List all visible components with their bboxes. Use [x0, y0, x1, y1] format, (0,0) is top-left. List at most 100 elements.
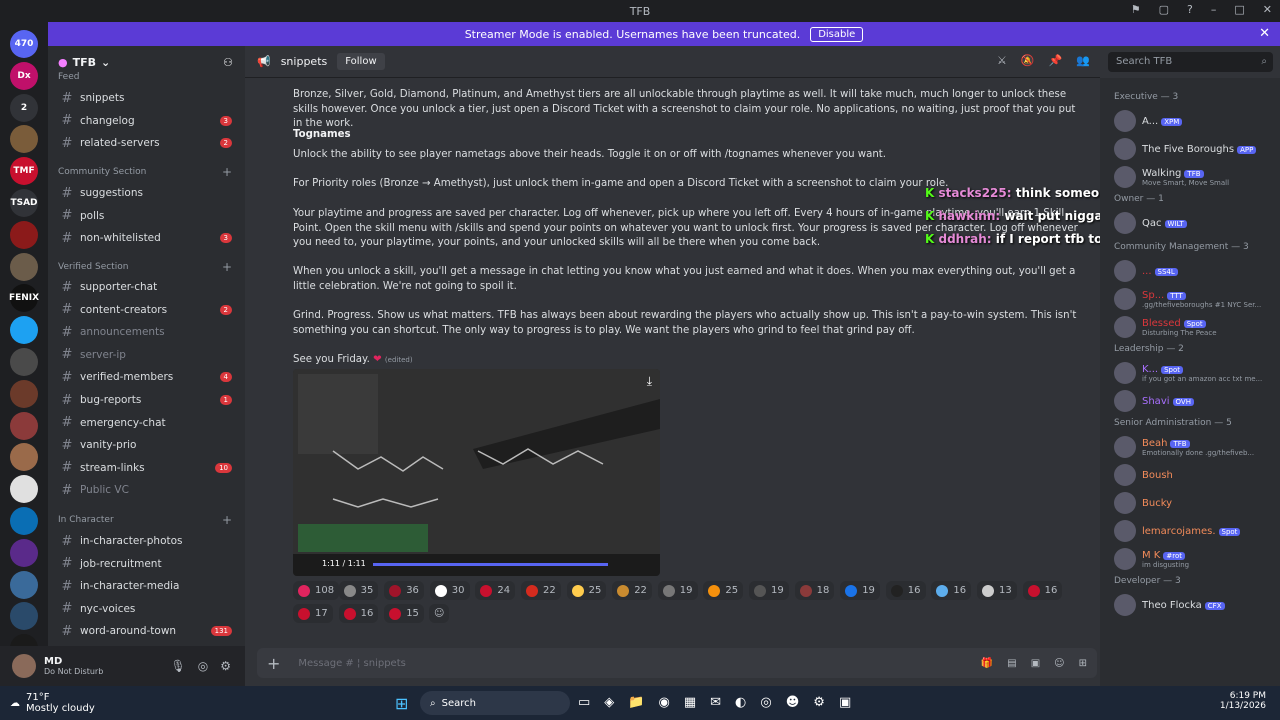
member-item[interactable]: Bucky	[1114, 488, 1274, 518]
reaction-pill[interactable]: 25	[703, 581, 744, 600]
help-icon[interactable]: ?	[1187, 3, 1193, 16]
channel-item[interactable]: # emergency-chat	[56, 413, 238, 433]
message-composer[interactable]: + Message # ¦ snippets 🎁 ▤ ▣ ☺ ⊞	[257, 648, 1097, 678]
server-icon[interactable]: 470	[10, 30, 38, 58]
add-channel-icon[interactable]: +	[222, 165, 232, 179]
emoji-icon[interactable]: ☺	[1054, 658, 1064, 669]
server-icon[interactable]	[10, 220, 38, 249]
add-member-icon[interactable]: ⚇	[223, 56, 233, 69]
member-item[interactable]: M K #rot im disgusting	[1114, 544, 1274, 574]
channel-item[interactable]: # stream-links 10	[56, 458, 238, 478]
threads-icon[interactable]: ⚔	[997, 54, 1007, 67]
member-item[interactable]: Walking TFB Move Smart, Move Small	[1114, 162, 1274, 192]
server-icon[interactable]	[10, 379, 38, 408]
reaction-pill[interactable]: 15	[384, 604, 424, 623]
start-icon[interactable]: ⊞	[395, 694, 408, 713]
video-player[interactable]: 1:11 / 1:11 ⤓	[293, 369, 660, 576]
server-icon[interactable]	[10, 602, 38, 631]
channel-item[interactable]: # verified-members 4	[56, 367, 238, 387]
member-item[interactable]: The Five Boroughs APP	[1114, 134, 1274, 164]
member-item[interactable]: ... SS4L	[1114, 256, 1274, 286]
member-item[interactable]: Shavi OVH	[1114, 386, 1274, 416]
member-item[interactable]: Boush	[1114, 460, 1274, 490]
channel-item[interactable]: # related-servers 2	[56, 133, 238, 153]
member-item[interactable]: A... XPM	[1114, 106, 1274, 136]
channel-item[interactable]: # Public VC	[56, 480, 238, 500]
steam-icon[interactable]: ⚙	[813, 695, 825, 710]
chrome-icon[interactable]: ◎	[760, 695, 771, 710]
member-item[interactable]: Qac WILT	[1114, 208, 1274, 238]
server-icon[interactable]	[10, 411, 38, 440]
microphone-icon[interactable]: 🎙	[171, 659, 186, 673]
member-item[interactable]: K... Spot if you got an amazon acc txt me.…	[1114, 358, 1274, 388]
server-icon[interactable]	[10, 252, 38, 281]
reaction-pill[interactable]: 16	[931, 581, 972, 600]
reaction-pill[interactable]: 36	[384, 581, 424, 600]
server-icon[interactable]	[10, 538, 38, 567]
server-icon[interactable]	[10, 316, 38, 345]
channel-item[interactable]: # non-whitelisted 3	[56, 228, 238, 248]
mute-icon[interactable]: 🔕	[1021, 54, 1035, 67]
download-icon[interactable]: ⤓	[647, 374, 652, 389]
disable-button[interactable]: Disable	[810, 26, 864, 42]
reaction-pill[interactable]: 108	[293, 581, 340, 600]
server-icon[interactable]: TMF	[10, 157, 38, 186]
add-reaction-button[interactable]: ☺	[429, 604, 450, 623]
server-icon[interactable]: Dx	[10, 61, 38, 90]
channel-item[interactable]: # vanity-prio	[56, 435, 238, 455]
reaction-pill[interactable]: 16	[885, 581, 926, 600]
weather-widget[interactable]: ☁ 71°F Mostly cloudy	[10, 692, 95, 714]
reaction-pill[interactable]: 22	[521, 581, 561, 600]
reaction-pill[interactable]: 16	[338, 604, 379, 623]
file-explorer-icon[interactable]: 📁	[628, 695, 644, 710]
server-icon[interactable]	[10, 125, 38, 154]
channel-item[interactable]: # changelog 3	[56, 111, 238, 131]
gif-icon[interactable]: ▤	[1007, 658, 1016, 669]
reaction-pill[interactable]: 24	[475, 581, 516, 600]
members-icon[interactable]: 👥	[1076, 54, 1090, 67]
sticker-icon[interactable]: ▣	[1031, 658, 1040, 669]
task-view-icon[interactable]: ▭	[578, 695, 590, 710]
channel-item[interactable]: # in-character-media	[56, 576, 238, 596]
edge-icon[interactable]: ◉	[658, 695, 669, 710]
taskbar-search[interactable]: ⌕ Search	[420, 691, 570, 715]
close-icon[interactable]: ✕	[1259, 26, 1270, 41]
reaction-pill[interactable]: 13	[977, 581, 1017, 600]
channel-item[interactable]: # bug-reports 1	[56, 390, 238, 410]
member-item[interactable]: Beah TFB Emotionally done .gg/thefiveb...	[1114, 432, 1274, 462]
channel-item[interactable]: # in-character-photos	[56, 531, 238, 551]
category-header[interactable]: Verified Section +	[58, 260, 238, 274]
search-input[interactable]: Search TFB ⌕	[1108, 52, 1273, 72]
gift-icon[interactable]: 🎁	[981, 658, 993, 669]
apps-icon[interactable]: ⊞	[1079, 658, 1087, 669]
channel-item[interactable]: # job-recruitment	[56, 554, 238, 574]
reaction-pill[interactable]: 18	[794, 581, 835, 600]
app-icon[interactable]: ◐	[735, 695, 746, 710]
server-icon[interactable]: 2	[10, 93, 38, 122]
reaction-pill[interactable]: 19	[657, 581, 698, 600]
channel-item[interactable]: # polls	[56, 206, 238, 226]
mail-icon[interactable]: ✉	[710, 695, 721, 710]
channel-item[interactable]: # suggestions	[56, 183, 238, 203]
close-icon[interactable]: ✕	[1263, 3, 1272, 16]
channel-item[interactable]: # nyc-voices	[56, 599, 238, 619]
server-icon[interactable]	[10, 475, 38, 504]
reaction-pill[interactable]: 35	[338, 581, 379, 600]
store-icon[interactable]: ▦	[684, 695, 696, 710]
category-header[interactable]: In Character +	[58, 513, 238, 527]
member-item[interactable]: Theo Flocka CFX	[1114, 590, 1274, 620]
inbox-icon[interactable]: ⚑	[1131, 3, 1141, 16]
channel-item[interactable]: # supporter-chat	[56, 277, 238, 297]
avatar[interactable]	[12, 654, 36, 678]
server-icon[interactable]	[10, 507, 38, 535]
channel-item[interactable]: # snippets	[56, 88, 238, 108]
channel-item[interactable]: # content-creators 2	[56, 300, 238, 320]
reaction-pill[interactable]: 22	[612, 581, 652, 600]
reaction-pill[interactable]: 16	[1022, 581, 1063, 600]
follow-button[interactable]: Follow	[337, 53, 385, 70]
screen-icon[interactable]: ▢	[1159, 3, 1169, 16]
category-header[interactable]: Community Section +	[58, 165, 238, 179]
maximize-icon[interactable]: □	[1234, 3, 1244, 16]
add-channel-icon[interactable]: +	[222, 513, 232, 527]
reaction-pill[interactable]: 17	[293, 604, 333, 623]
